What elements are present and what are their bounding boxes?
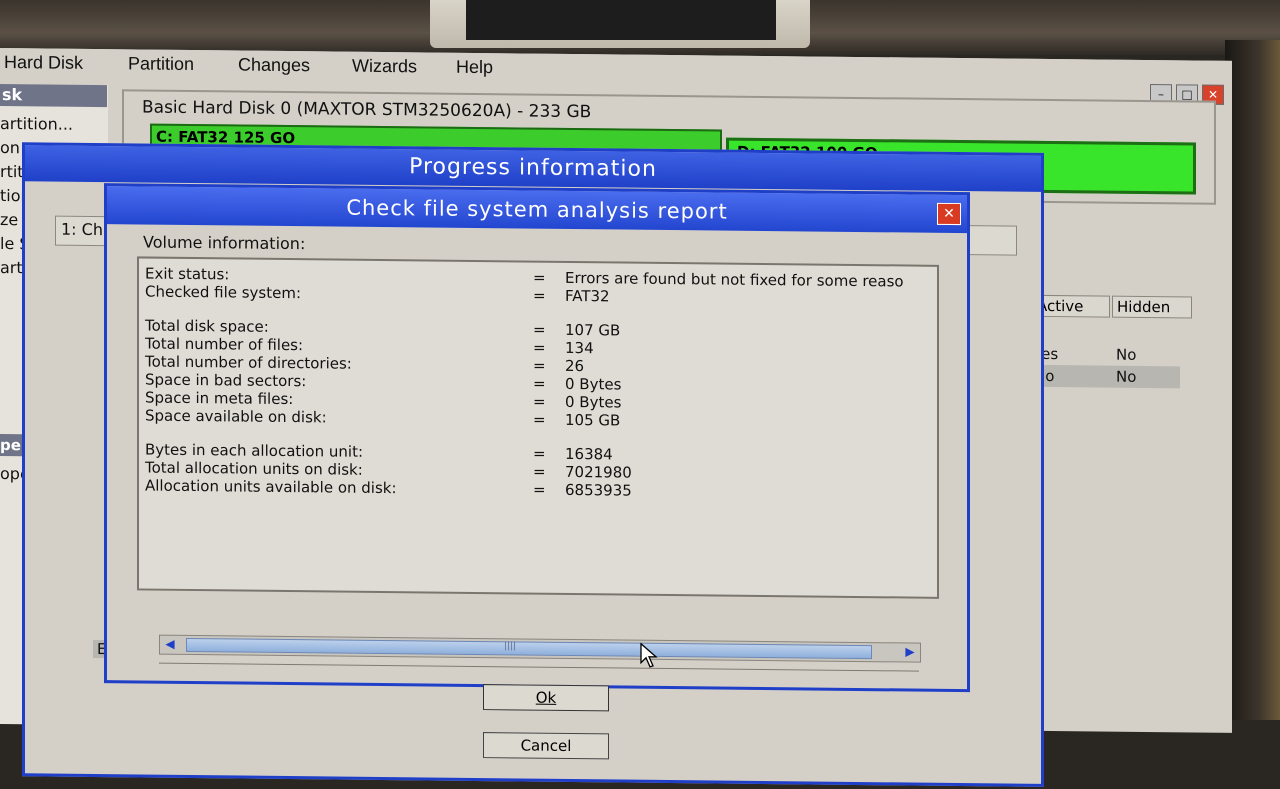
info-equals: = (533, 462, 546, 481)
info-equals: = (533, 392, 546, 411)
info-equals: = (533, 444, 546, 463)
volume-info-list: Exit status: = Errors are found but not … (137, 256, 939, 599)
horizontal-scrollbar[interactable]: ◀ |||| ▶ (159, 634, 921, 663)
info-equals: = (533, 356, 546, 375)
info-label: Total allocation units on disk: (145, 458, 363, 479)
info-value: 0 Bytes (565, 374, 622, 394)
info-label: Total number of directories: (145, 352, 352, 373)
info-equals: = (533, 286, 546, 305)
partition-table-header: Active Hidden (1032, 294, 1192, 319)
info-value: 26 (565, 356, 585, 376)
info-label: Space available on disk: (145, 406, 327, 427)
info-value: 6853935 (565, 480, 632, 500)
menu-help[interactable]: Help (456, 57, 493, 78)
scroll-left-icon[interactable]: ◀ (162, 637, 178, 651)
volume-info-label: Volume information: (143, 232, 306, 254)
cancel-button[interactable]: Cancel (483, 732, 609, 760)
info-label: Space in bad sectors: (145, 370, 307, 391)
info-label: Space in meta files: (145, 388, 294, 409)
scroll-right-icon[interactable]: ▶ (902, 644, 918, 658)
mouse-cursor-icon (640, 642, 658, 668)
step-label: 1: Ch (61, 219, 103, 240)
info-label: Exit status: (145, 264, 230, 284)
info-label: Checked file system: (145, 282, 302, 303)
info-value: 0 Bytes (565, 392, 622, 412)
info-equals: = (533, 320, 546, 339)
menu-changes[interactable]: Changes (238, 54, 310, 76)
info-equals: = (533, 268, 546, 287)
menu-wizards[interactable]: Wizards (352, 56, 417, 78)
close-icon[interactable]: ✕ (937, 202, 961, 226)
info-value: 7021980 (565, 462, 632, 482)
left-panel-item[interactable]: on (0, 138, 20, 157)
left-panel-item[interactable]: artition... (0, 114, 73, 134)
info-label: Bytes in each allocation unit: (145, 440, 364, 461)
background-monitor (430, 0, 810, 48)
report-dialog-title: Check file system analysis report (107, 186, 967, 234)
info-label: Total disk space: (145, 316, 269, 336)
info-value: 16384 (565, 444, 613, 464)
report-dialog: Check file system analysis report ✕ Volu… (104, 183, 970, 712)
info-value: 134 (565, 338, 594, 358)
info-value: FAT32 (565, 286, 610, 306)
info-label: Allocation units available on disk: (145, 476, 397, 498)
column-hidden[interactable]: Hidden (1112, 295, 1192, 319)
table-cell: No (1116, 345, 1137, 364)
disk-title: Basic Hard Disk 0 (MAXTOR STM3250620A) -… (142, 97, 592, 123)
info-equals: = (533, 374, 546, 393)
menu-partition[interactable]: Partition (128, 53, 194, 75)
info-value: 105 GB (565, 410, 621, 430)
scrollbar-grip-icon: |||| (504, 641, 517, 652)
info-label: Total number of files: (145, 334, 304, 355)
info-value: 107 GB (565, 320, 621, 340)
ok-button[interactable]: Ok (483, 684, 609, 712)
menu-hard-disk[interactable]: Hard Disk (4, 52, 83, 74)
monitor-bezel-right (1225, 40, 1280, 720)
left-panel-header: sk (0, 84, 107, 108)
scrollbar-thumb[interactable] (186, 637, 872, 660)
info-equals: = (533, 338, 546, 357)
info-equals: = (533, 410, 546, 429)
divider (159, 662, 919, 672)
table-cell: No (1116, 367, 1137, 386)
info-equals: = (533, 480, 546, 499)
screen: Hard Disk Partition Changes Wizards Help… (0, 48, 1232, 787)
